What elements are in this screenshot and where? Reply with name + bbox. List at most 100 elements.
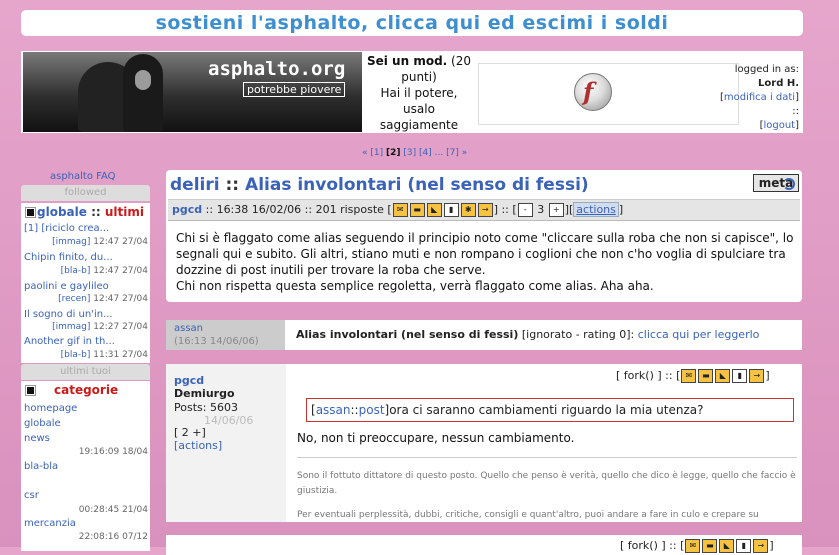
minus-icon[interactable]: - bbox=[517, 203, 533, 217]
pager-page-1[interactable]: [1] bbox=[370, 148, 383, 158]
pager-next[interactable]: » bbox=[462, 148, 468, 158]
item-time: 12:47 27/04 bbox=[93, 266, 148, 276]
post-rating: 3 bbox=[537, 203, 545, 216]
fork-link[interactable]: [ fork() ] :: bbox=[620, 539, 677, 552]
quoted-text: [assan::post]ora ci saranno cambiamenti … bbox=[306, 398, 794, 422]
item-time: 12:47 27/04 bbox=[93, 237, 148, 247]
list-item-meta: [recen] 12:47 27/04 bbox=[58, 294, 148, 304]
comment-title: Alias involontari (nel senso di fessi) bbox=[296, 328, 519, 341]
post-title-text[interactable]: Alias involontari (nel senso di fessi) bbox=[245, 175, 589, 195]
category-time: 22:08:16 07/12 bbox=[78, 532, 148, 542]
print-icon[interactable]: ▬ bbox=[698, 369, 714, 383]
pager-page-4[interactable]: [4] bbox=[419, 148, 432, 158]
rss-icon[interactable]: ◣ bbox=[719, 539, 735, 553]
post-body: Chi si è flaggato come alias seguendo il… bbox=[176, 231, 794, 293]
item-tag[interactable]: [immag] bbox=[52, 322, 90, 332]
plus-icon[interactable]: + bbox=[548, 203, 564, 217]
pager-prev[interactable]: « bbox=[362, 148, 368, 158]
comment-rating[interactable]: [ 2 +] bbox=[174, 426, 206, 439]
comment-actions[interactable]: [actions] bbox=[174, 439, 222, 452]
mod-status: Sei un mod. (20 punti) Hai il potere, us… bbox=[364, 53, 474, 133]
signature: Sono il fottuto dittatore di questo post… bbox=[297, 469, 797, 522]
comment-summary: Alias involontari (nel senso di fessi) [… bbox=[296, 328, 759, 341]
post-section-link[interactable]: deliri bbox=[170, 175, 220, 195]
category-bla-bla[interactable]: bla-bla bbox=[24, 461, 58, 472]
post-title: deliri :: Alias involontari (nel senso d… bbox=[170, 175, 589, 195]
item-tag[interactable]: [recen] bbox=[58, 294, 90, 304]
category-csr[interactable]: csr bbox=[24, 490, 39, 501]
globale-link[interactable]: globale bbox=[37, 205, 87, 219]
post-actions-button[interactable]: actions bbox=[573, 202, 619, 217]
signature-divider bbox=[297, 457, 797, 458]
list-item[interactable]: Another gif in th... bbox=[24, 336, 115, 347]
bookmark-icon[interactable]: ▮ bbox=[443, 203, 459, 217]
category-news[interactable]: news bbox=[24, 433, 50, 444]
mail-icon[interactable]: ✉ bbox=[685, 539, 701, 553]
site-logo[interactable]: asphalto.org potrebbe piovere bbox=[23, 52, 362, 132]
meta-button[interactable]: meta bbox=[753, 174, 799, 192]
list-item[interactable]: [1] [riciclo crea... bbox=[24, 223, 109, 234]
rss-icon[interactable]: ◣ bbox=[715, 369, 731, 383]
post-info-sep: ] :: [ bbox=[493, 203, 517, 216]
modify-data-link[interactable]: modifica i dati bbox=[724, 92, 795, 103]
comment-time: 14/06/06 bbox=[204, 414, 254, 427]
followed-header[interactable]: followed bbox=[21, 185, 150, 201]
list-item-meta: [bla-b] 11:31 27/04 bbox=[61, 350, 148, 360]
bookmark-icon[interactable]: ▮ bbox=[732, 369, 748, 383]
comment-toolbar: [ fork() ] :: [✉ ▬ ◣ ▮ →] bbox=[620, 539, 774, 553]
quote-body: ora ci saranno cambiamenti riguardo la m… bbox=[389, 403, 704, 417]
comment-author[interactable]: pgcd bbox=[174, 374, 204, 387]
mail-icon[interactable]: ✉ bbox=[681, 369, 697, 383]
comment-author-panel: assan (16:13 14/06/06) bbox=[166, 320, 285, 350]
read-comment-link[interactable]: clicca qui per leggerlo bbox=[638, 328, 760, 341]
rss-icon[interactable]: ◣ bbox=[426, 203, 442, 217]
logout-link[interactable]: logout bbox=[763, 120, 795, 131]
mail-icon[interactable]: ✉ bbox=[392, 203, 408, 217]
globale-title: globale :: ultimi bbox=[37, 205, 144, 219]
list-item[interactable]: Chipin finito, du... bbox=[24, 252, 113, 263]
comment: [ fork() ] :: [✉ ▬ ◣ ▮ →] bbox=[166, 535, 802, 555]
print-icon[interactable]: ▬ bbox=[702, 539, 718, 553]
collapse-icon[interactable] bbox=[25, 385, 36, 396]
print-icon[interactable]: ▬ bbox=[409, 203, 425, 217]
fork-link[interactable]: [ fork() ] :: bbox=[616, 369, 673, 382]
faq-link[interactable]: asphalto FAQ bbox=[50, 171, 116, 182]
item-time: 11:31 27/04 bbox=[93, 350, 148, 360]
arrow-right-icon[interactable]: → bbox=[477, 203, 493, 217]
title-sep: :: bbox=[225, 175, 240, 195]
signature-line-1: Sono il fottuto dittatore di questo post… bbox=[297, 471, 796, 496]
comment-toolbar: [ fork() ] :: [✉ ▬ ◣ ▮ →] bbox=[616, 369, 770, 383]
item-time: 12:47 27/04 bbox=[93, 294, 148, 304]
category-mercanzia[interactable]: mercanzia bbox=[24, 518, 76, 529]
category-time: 00:28:45 21/04 bbox=[78, 505, 148, 515]
list-item[interactable]: Il sogno di un'in... bbox=[24, 309, 113, 320]
item-tag[interactable]: [immag] bbox=[52, 237, 90, 247]
donate-banner[interactable]: sostieni l'asphalto, clicca qui ed escim… bbox=[21, 10, 803, 36]
quote-user[interactable]: assan bbox=[316, 403, 351, 417]
globale-box: globale :: ultimi [1] [riciclo crea... [… bbox=[21, 203, 150, 363]
pager-page-7[interactable]: [7] bbox=[446, 148, 459, 158]
list-item[interactable]: paolini e gaylileo bbox=[24, 281, 109, 292]
ultimi-tuoi-header[interactable]: ultimi tuoi bbox=[21, 364, 150, 380]
arrow-right-icon[interactable]: → bbox=[753, 539, 769, 553]
comment-status: [ignorato - rating 0]: bbox=[521, 328, 635, 341]
comment-author[interactable]: assan bbox=[174, 323, 203, 334]
collapse-icon[interactable] bbox=[25, 207, 36, 218]
arrow-right-icon[interactable]: → bbox=[749, 369, 765, 383]
category-globale[interactable]: globale bbox=[24, 418, 61, 429]
post-author[interactable]: pgcd bbox=[172, 203, 202, 216]
flash-player-icon[interactable]: f bbox=[574, 73, 612, 111]
post-info: :: 16:38 16/02/06 :: 201 risposte [ bbox=[205, 203, 392, 216]
item-time: 12:27 27/04 bbox=[93, 322, 148, 332]
pager-page-3[interactable]: [3] bbox=[403, 148, 416, 158]
author-posts: Posts: 5603 bbox=[174, 401, 238, 414]
quote-post-link[interactable]: post bbox=[359, 403, 385, 417]
categorie-title: categorie bbox=[54, 383, 119, 397]
item-tag[interactable]: [bla-b] bbox=[61, 350, 91, 360]
login-username: Lord H. bbox=[758, 78, 799, 89]
bookmark-icon[interactable]: ▮ bbox=[736, 539, 752, 553]
login-panel: logged in as: Lord H. [modifica i dati] … bbox=[719, 64, 799, 131]
category-homepage[interactable]: homepage bbox=[24, 403, 77, 414]
item-tag[interactable]: [bla-b] bbox=[61, 266, 91, 276]
star-icon[interactable]: ✱ bbox=[460, 203, 476, 217]
